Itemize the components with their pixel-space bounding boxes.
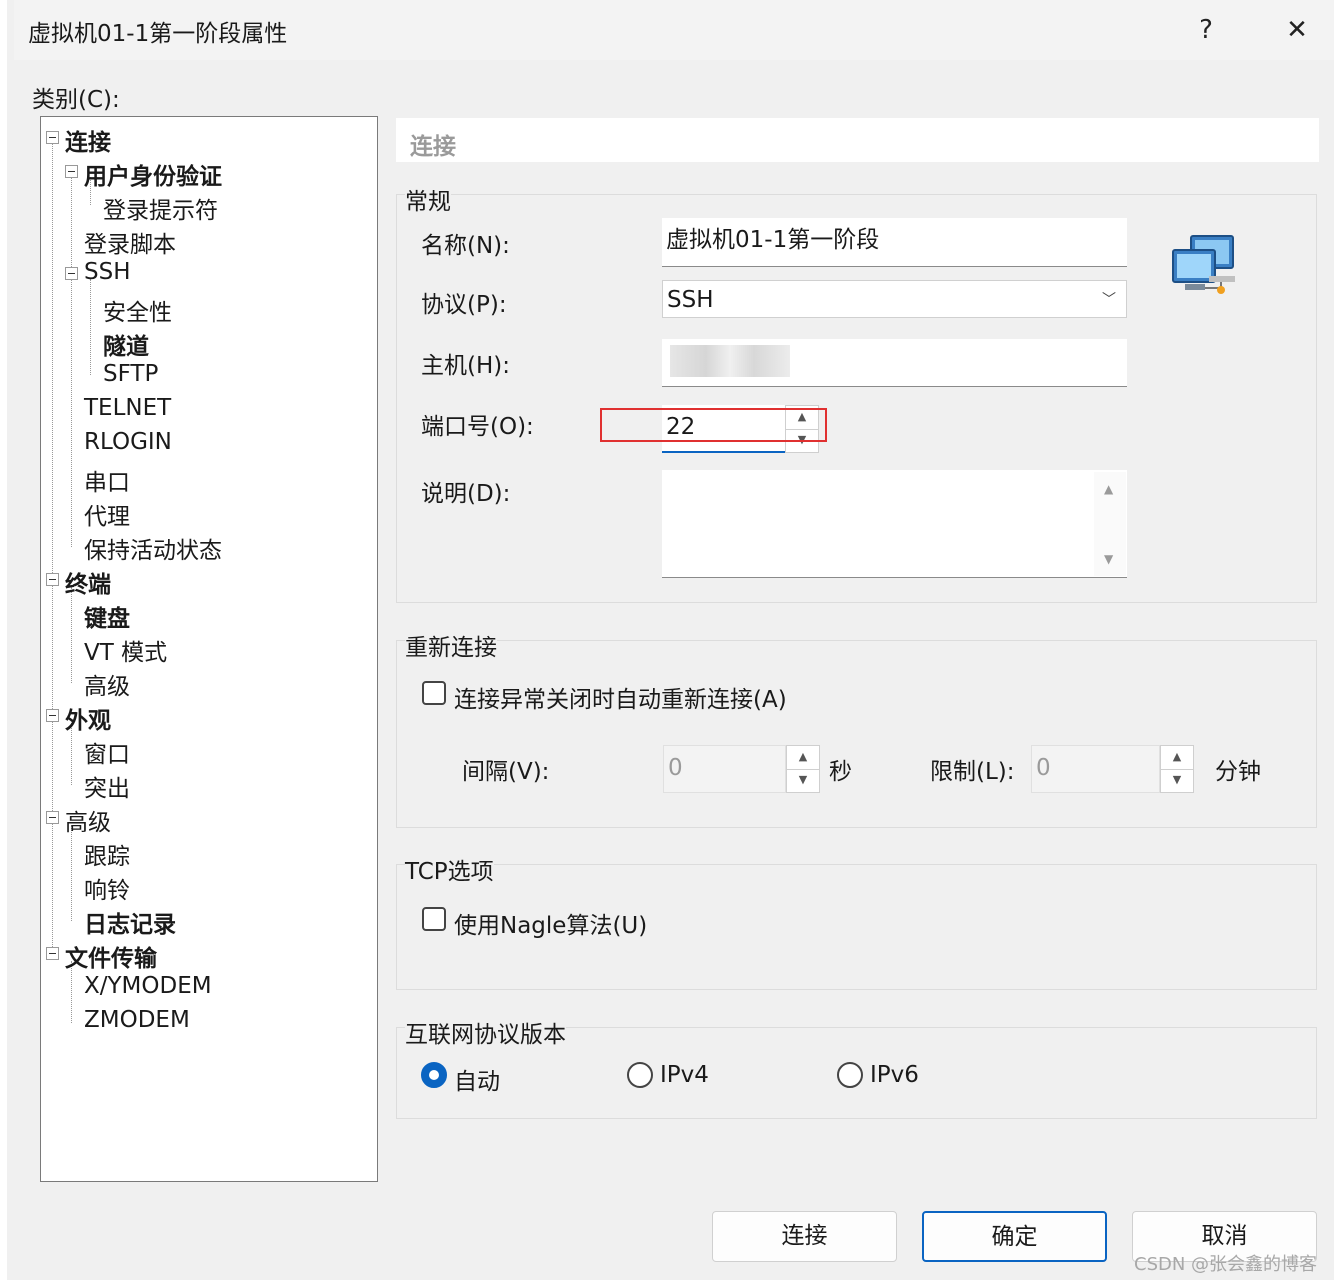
properties-dialog: 虚拟机01-1第一阶段属性 ? ✕ 类别(C): 连接 用户身份验证 登录提示符… [0,0,1334,1280]
ip-version-group-title: 互联网协议版本 [405,1015,566,1049]
tree-item-file-transfer[interactable]: 文件传输 [65,939,157,973]
category-tree[interactable]: 连接 用户身份验证 登录提示符 登录脚本 SSH 安全性 隧道 SFTP TEL… [40,116,378,1182]
blurred-host-text [670,345,790,377]
port-label: 端口号(O): [421,414,534,440]
connect-button[interactable]: 连接 [712,1211,897,1262]
auto-reconnect-label[interactable]: 连接异常关闭时自动重新连接(A) [454,680,787,714]
limit-unit: 分钟 [1215,759,1261,785]
tree-item-proxy[interactable]: 代理 [84,497,130,531]
ok-button[interactable]: 确定 [922,1211,1107,1262]
tree-item-serial[interactable]: 串口 [84,463,130,497]
tree-item-advanced[interactable]: 高级 [65,803,111,837]
tree-item-logging[interactable]: 日志记录 [84,905,176,939]
close-icon[interactable]: ✕ [1277,10,1317,50]
limit-input[interactable]: 0 [1031,745,1160,793]
interval-label: 间隔(V): [462,759,550,785]
network-computers-icon [1172,235,1235,294]
tree-item-vt-mode[interactable]: VT 模式 [84,633,167,667]
highlight-annotation-box [600,408,827,442]
name-input[interactable]: 虚拟机01-1第一阶段 [662,218,1127,267]
reconnect-group [396,640,1317,828]
interval-unit: 秒 [829,759,852,785]
description-label: 说明(D): [421,481,511,507]
tree-item-tunnel[interactable]: 隧道 [103,327,149,361]
tree-item-terminal-advanced[interactable]: 高级 [84,667,130,701]
category-label: 类别(C): [32,87,120,113]
tree-item-telnet[interactable]: TELNET [84,395,171,421]
protocol-label: 协议(P): [421,292,507,318]
nagle-label[interactable]: 使用Nagle算法(U) [454,906,647,940]
tree-item-ssh[interactable]: SSH [84,259,131,285]
radio-ipv4[interactable] [627,1062,653,1088]
tree-item-xymodem[interactable]: X/YMODEM [84,973,212,999]
radio-auto-label[interactable]: 自动 [454,1062,500,1096]
spin-down-icon[interactable]: ▼ [1161,769,1193,792]
general-group-title: 常规 [405,182,451,216]
panel-header: 连接 [396,118,1319,162]
radio-ipv6[interactable] [837,1062,863,1088]
description-scrollbar[interactable]: ▲ ▼ [1094,472,1126,576]
limit-label: 限制(L): [930,759,1015,785]
scroll-down-icon[interactable]: ▼ [1104,552,1113,566]
scroll-up-icon[interactable]: ▲ [1104,482,1113,496]
tree-item-rlogin[interactable]: RLOGIN [84,429,172,455]
help-icon[interactable]: ? [1186,10,1226,50]
chevron-down-icon: ﹀ [1102,292,1116,308]
host-label: 主机(H): [421,353,510,379]
reconnect-group-title: 重新连接 [405,628,497,662]
panel-header-title: 连接 [410,134,456,160]
interval-spinner[interactable]: ▲ ▼ [786,745,820,793]
interval-input[interactable]: 0 [663,745,786,793]
tree-item-zmodem[interactable]: ZMODEM [84,1007,190,1033]
tree-item-keepalive[interactable]: 保持活动状态 [84,531,222,565]
name-label: 名称(N): [421,233,510,259]
radio-auto[interactable] [421,1062,447,1088]
protocol-value: SSH [667,287,714,313]
window-title: 虚拟机01-1第一阶段属性 [28,21,288,47]
tree-item-security[interactable]: 安全性 [103,293,172,327]
tcp-group-title: TCP选项 [405,852,494,886]
host-input[interactable] [662,339,1127,387]
radio-ipv4-label[interactable]: IPv4 [660,1062,709,1088]
watermark: CSDN @张会鑫的博客 [1134,1254,1318,1275]
tree-item-auth[interactable]: 用户身份验证 [84,157,222,191]
tree-item-sftp[interactable]: SFTP [103,361,158,387]
title-bar: 虚拟机01-1第一阶段属性 ? ✕ [14,0,1334,60]
tree-item-bell[interactable]: 响铃 [84,871,130,905]
limit-spinner[interactable]: ▲ ▼ [1160,745,1194,793]
tree-item-keyboard[interactable]: 键盘 [84,599,130,633]
radio-ipv6-label[interactable]: IPv6 [870,1062,919,1088]
tree-item-connection[interactable]: 连接 [65,123,111,157]
tree-item-highlight[interactable]: 突出 [84,769,130,803]
spin-up-icon[interactable]: ▲ [1161,746,1193,770]
spin-down-icon[interactable]: ▼ [787,769,819,792]
tree-item-appearance[interactable]: 外观 [65,701,111,735]
tree-item-trace[interactable]: 跟踪 [84,837,130,871]
spin-up-icon[interactable]: ▲ [787,746,819,770]
tree-item-terminal[interactable]: 终端 [65,565,111,599]
tree-item-login-script[interactable]: 登录脚本 [84,225,176,259]
description-textarea[interactable] [662,470,1127,578]
tree-item-login-prompt[interactable]: 登录提示符 [103,191,218,225]
tree-item-window[interactable]: 窗口 [84,735,130,769]
auto-reconnect-checkbox[interactable] [422,681,446,705]
protocol-select[interactable]: SSH ﹀ [662,280,1127,318]
nagle-checkbox[interactable] [422,907,446,931]
